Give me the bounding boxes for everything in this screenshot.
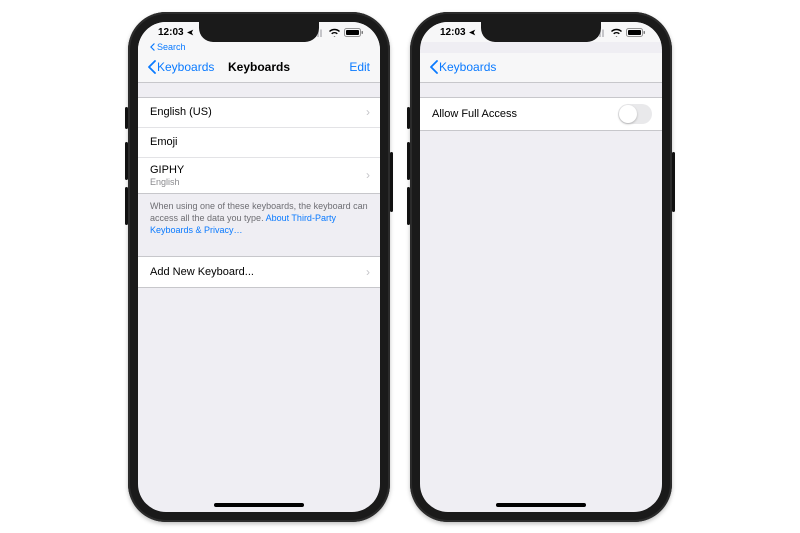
back-label: Keyboards [157,60,214,74]
edit-button[interactable]: Edit [349,60,370,74]
chevron-right-icon: › [366,168,370,182]
keyboard-row-english[interactable]: English (US) › [138,98,380,128]
battery-icon [344,28,364,37]
add-keyboard-group: Add New Keyboard... › [138,256,380,288]
wifi-icon [328,28,341,37]
back-button[interactable]: Keyboards [430,60,496,74]
status-time: 12:03 [158,27,184,38]
add-keyboard-row[interactable]: Add New Keyboard... › [138,257,380,287]
breadcrumb[interactable]: Search [138,42,380,53]
nav-bar: Keyboards [420,53,662,83]
chevron-right-icon: › [366,105,370,119]
notch [481,22,601,42]
home-indicator[interactable] [214,503,304,507]
phone-left: 12:03 ➤ Search Keyboards Keyboards Edit [128,12,390,522]
location-services-icon: ➤ [187,28,194,37]
chevron-left-icon [148,60,156,74]
back-button[interactable]: Keyboards [148,60,214,74]
allow-full-access-row[interactable]: Allow Full Access [420,98,662,130]
row-label: GIPHY [150,164,184,176]
wifi-icon [610,28,623,37]
battery-icon [626,28,646,37]
content-left: English (US) › Emoji GIPHY English › Whe… [138,83,380,288]
chevron-left-icon [430,60,438,74]
nav-bar: Keyboards Keyboards Edit [138,53,380,83]
keyboard-row-giphy[interactable]: GIPHY English › [138,158,380,193]
status-time: 12:03 [440,27,466,38]
breadcrumb-label: Search [157,42,186,52]
phone-right: 12:03 ➤ . Keyboards Allow Full Access [410,12,672,522]
content-right: Allow Full Access [420,83,662,131]
back-label: Keyboards [439,60,496,74]
keyboard-list: English (US) › Emoji GIPHY English › [138,97,380,194]
home-indicator[interactable] [496,503,586,507]
screen-left: 12:03 ➤ Search Keyboards Keyboards Edit [138,22,380,512]
privacy-footer: When using one of these keyboards, the k… [138,194,380,236]
chevron-right-icon: › [366,265,370,279]
chevron-left-icon [150,43,155,51]
keyboard-row-emoji[interactable]: Emoji [138,128,380,158]
allow-full-access-toggle[interactable] [618,104,652,124]
row-label: Add New Keyboard... [150,266,254,278]
notch [199,22,319,42]
access-group: Allow Full Access [420,97,662,131]
row-label: English (US) [150,106,212,118]
location-services-icon: ➤ [469,28,476,37]
screen-right: 12:03 ➤ . Keyboards Allow Full Access [420,22,662,512]
row-label: Emoji [150,136,178,148]
row-sublabel: English [150,177,184,187]
row-label: Allow Full Access [432,108,517,120]
